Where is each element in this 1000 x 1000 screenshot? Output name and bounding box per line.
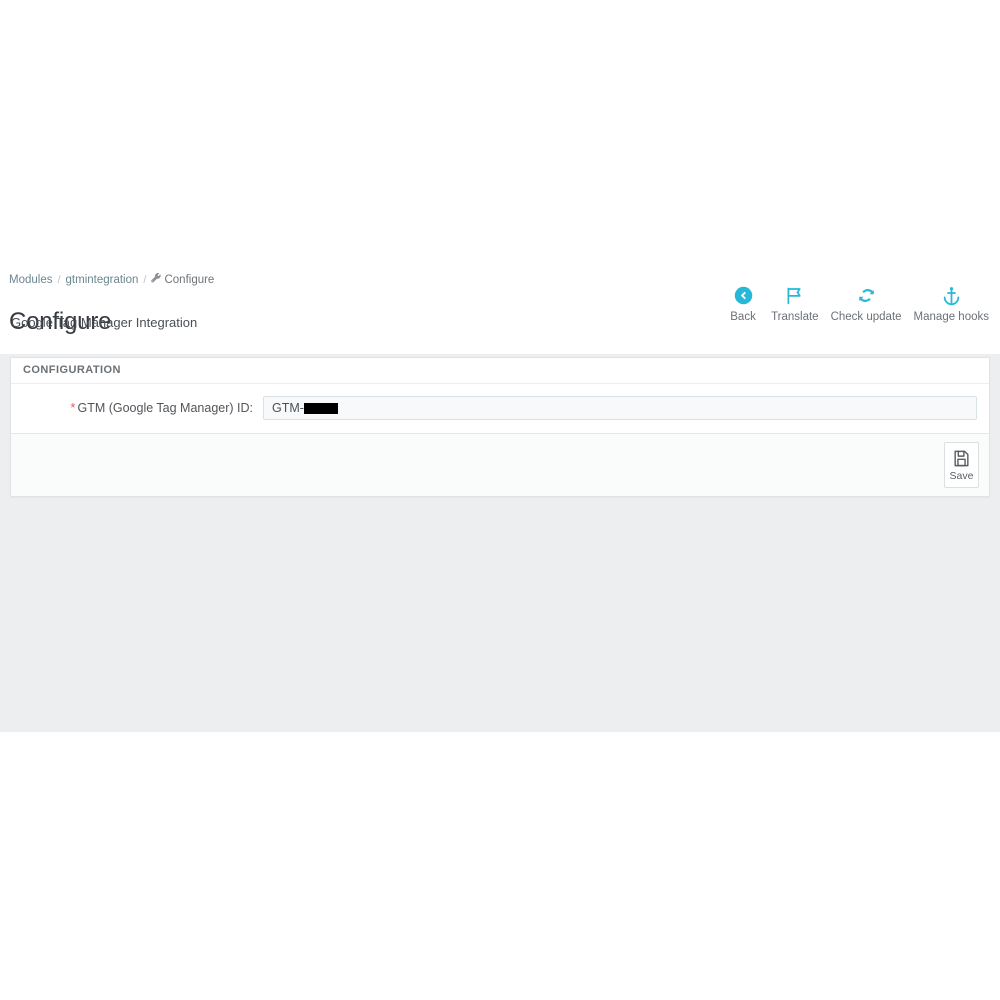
panel-body: * GTM (Google Tag Manager) ID: GTM-: [11, 384, 989, 434]
gtm-id-label: * GTM (Google Tag Manager) ID:: [11, 400, 263, 416]
required-marker: *: [70, 400, 76, 415]
toolbar-button-back[interactable]: Back: [721, 282, 765, 324]
admin-content-viewport: Modules / gtmintegration / Configure Configu…: [0, 255, 1000, 732]
save-button-label: Save: [949, 469, 974, 482]
page-subtitle: Google Tag Manager Integration: [11, 315, 198, 330]
toolbar-button-translate-label: Translate: [771, 311, 819, 323]
panel-footer: Save: [11, 434, 989, 496]
toolbar-button-check-update-label: Check update: [830, 311, 902, 323]
save-button[interactable]: Save: [944, 442, 979, 488]
form-row-gtm-id: * GTM (Google Tag Manager) ID: GTM-: [11, 396, 989, 420]
wrench-icon: [151, 273, 162, 288]
panel-heading: CONFIGURATION: [11, 358, 989, 384]
toolbar-button-check-update[interactable]: Check update: [825, 282, 908, 324]
configuration-panel: CONFIGURATION * GTM (Google Tag Manager) …: [10, 357, 990, 497]
flag-icon: [784, 282, 805, 308]
gtm-id-input[interactable]: GTM-: [263, 396, 977, 420]
breadcrumb: Modules / gtmintegration / Configure: [9, 273, 214, 288]
page-toolbar: Back Translate Check update Manage hooks: [721, 282, 995, 324]
gtm-id-value-prefix: GTM-: [272, 401, 304, 415]
floppy-disk-icon: [952, 449, 971, 468]
gtm-id-label-text: GTM (Google Tag Manager) ID:: [77, 401, 253, 415]
toolbar-button-back-label: Back: [730, 311, 756, 323]
breadcrumb-separator: /: [57, 274, 61, 286]
anchor-icon: [941, 282, 962, 308]
bottom-whitespace: [0, 732, 1000, 1000]
breadcrumb-item-gtmintegration[interactable]: gtmintegration: [66, 274, 139, 286]
page-header: Modules / gtmintegration / Configure Configu…: [0, 255, 1000, 354]
breadcrumb-item-configure: Configure: [164, 274, 215, 286]
arrow-left-circle-icon: [733, 282, 754, 308]
toolbar-button-manage-hooks-label: Manage hooks: [913, 311, 989, 323]
gtm-id-input-wrap: GTM-: [263, 396, 989, 420]
toolbar-button-manage-hooks[interactable]: Manage hooks: [908, 282, 995, 324]
refresh-icon: [856, 282, 877, 308]
top-whitespace: [0, 0, 1000, 255]
breadcrumb-item-modules[interactable]: Modules: [9, 274, 52, 286]
redaction-block: [303, 402, 338, 414]
page-root: Modules / gtmintegration / Configure Configu…: [0, 0, 1000, 1000]
toolbar-button-translate[interactable]: Translate: [765, 282, 825, 324]
breadcrumb-separator: /: [143, 274, 147, 286]
